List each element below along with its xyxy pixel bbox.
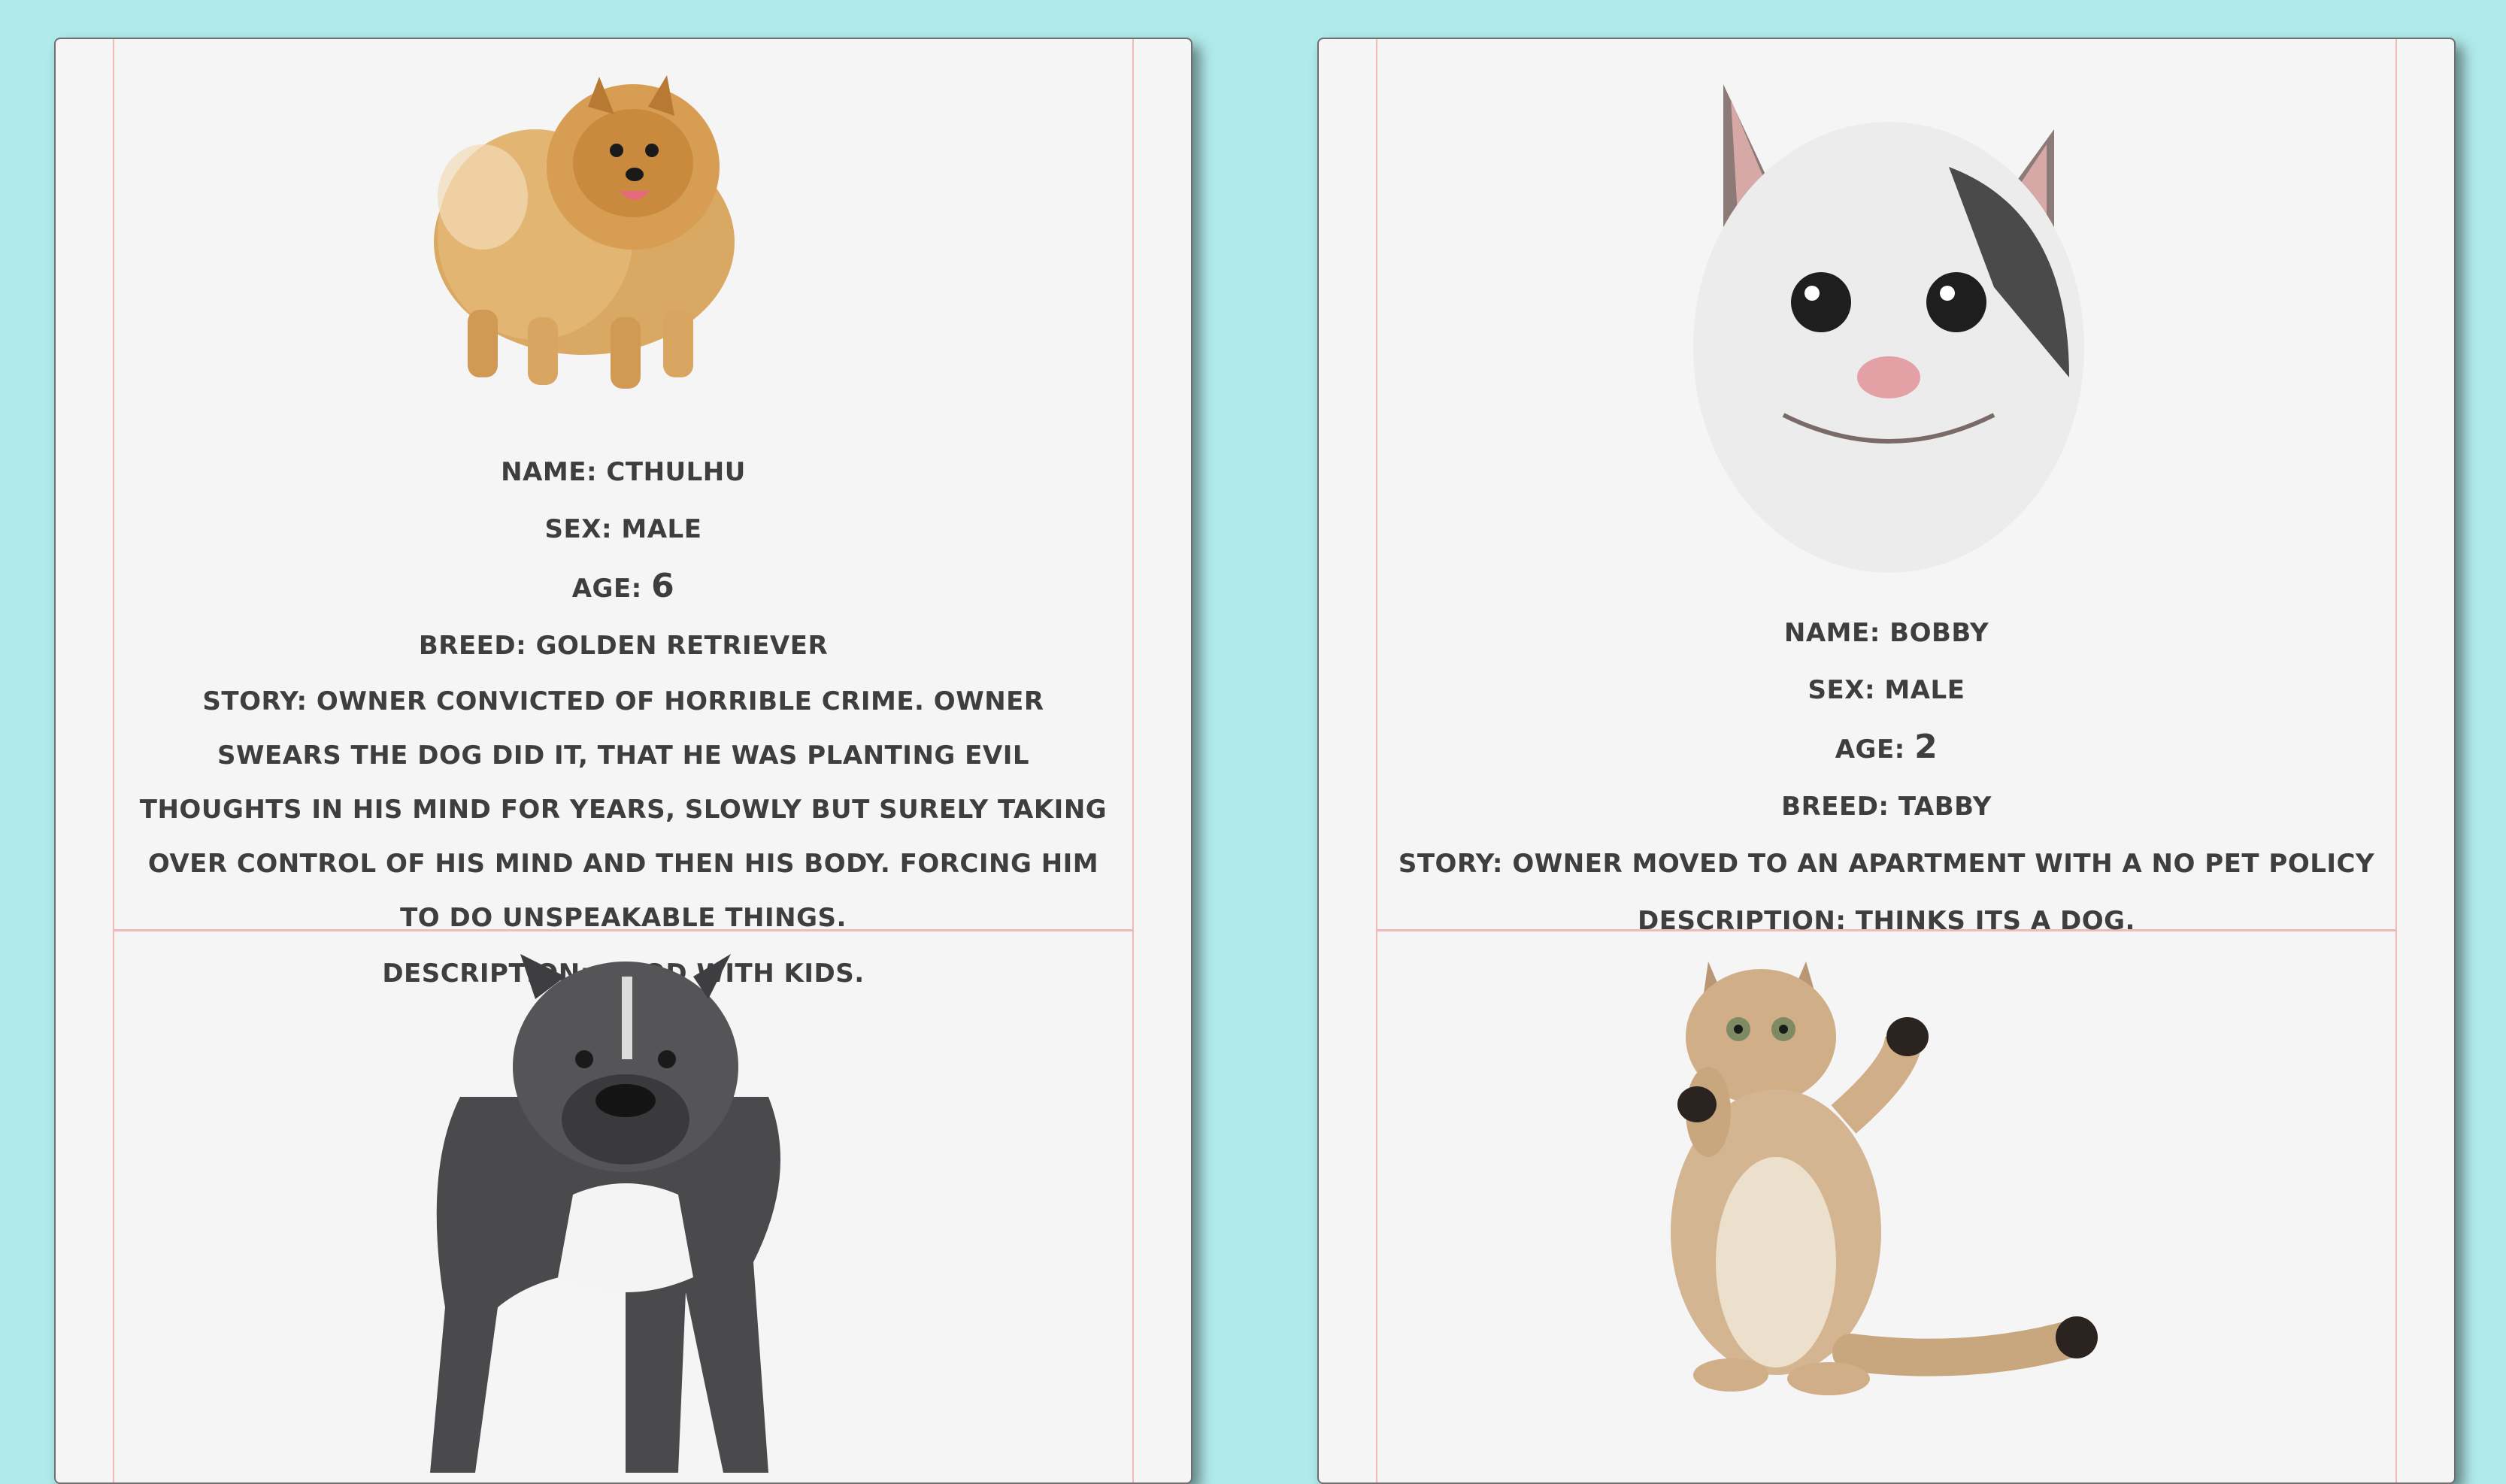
pet-name-row: Name: Cthulhu [114,444,1132,501]
pitbull-dog-photo [377,946,866,1482]
pet-card-cthulhu[interactable]: Name: Cthulhu Sex: Male Age: 6 Breed: Go… [113,39,1134,989]
pet-breed-value: Golden Retriever [535,631,829,661]
pet-sex-label: Sex: [544,514,613,544]
smiling-cat-photo [1678,62,2099,603]
pet-age-label: Age: [1835,734,1905,765]
pet-story-label: Story: [202,686,308,716]
pet-name-row: Name: Bobby [1377,604,2395,662]
pet-age-row: Age: 2 [1377,719,2395,778]
pet-sex-row: Sex: Male [114,501,1132,558]
pet-age-value: 2 [1914,728,1938,766]
pet-name-value: Bobby [1889,618,1989,648]
pet-column-right: Name: Bobby Sex: Male Age: 2 Breed: Tabb… [1317,38,2456,1484]
pet-age-row: Age: 6 [114,558,1132,617]
pet-sex-value: Male [1884,675,1965,705]
pet-name-value: Cthulhu [606,457,746,487]
pet-sex-row: Sex: Male [1377,662,2395,719]
pet-age-label: Age: [571,574,642,604]
pet-info-bobby: Name: Bobby Sex: Male Age: 2 Breed: Tabb… [1377,604,2395,949]
pet-story-value: Owner convicted of horrible crime. Owner… [139,686,1108,933]
pet-age-value: 6 [651,567,675,605]
pet-story-row: Story: Owner moved to an apartment with … [1377,835,2395,892]
pet-card-pitbull[interactable] [113,931,1134,1482]
pet-card-standing-cat[interactable] [1376,931,2397,1482]
pet-breed-row: Breed: Golden Retriever [114,617,1132,674]
pet-sex-value: Male [621,514,702,544]
pet-name-label: Name: [1783,618,1880,648]
pet-breed-row: Breed: Tabby [1377,778,2395,835]
pet-story-row: Story: Owner convicted of horrible crime… [114,674,1132,945]
pet-story-value: Owner moved to an apartment with a no pe… [1512,849,2375,879]
pet-column-left: Name: Cthulhu Sex: Male Age: 6 Breed: Go… [54,38,1192,1484]
pomeranian-dog-photo [423,62,746,392]
pet-breed-label: Breed: [1781,792,1889,822]
pet-name-label: Name: [501,457,598,487]
pet-breed-label: Breed: [418,631,527,661]
pet-card-bobby[interactable]: Name: Bobby Sex: Male Age: 2 Breed: Tabb… [1376,39,2397,936]
pet-story-label: Story: [1398,849,1504,879]
standing-cat-photo [1656,946,2107,1413]
pet-info-cthulhu: Name: Cthulhu Sex: Male Age: 6 Breed: Go… [114,444,1132,1002]
pet-sex-label: Sex: [1808,675,1876,705]
pet-breed-value: Tabby [1898,792,1992,822]
